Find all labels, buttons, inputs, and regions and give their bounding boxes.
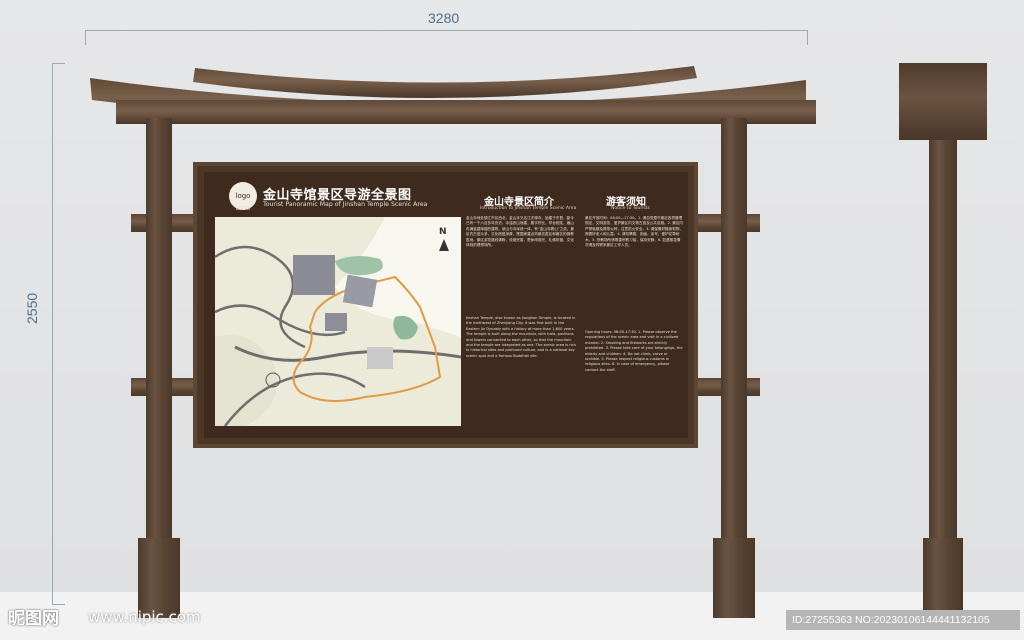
- right-post-base: [713, 538, 755, 618]
- side-view-box: [899, 63, 987, 140]
- scenic-map: N: [215, 217, 461, 426]
- watermark-site-url: www.nipic.com: [88, 608, 201, 626]
- right-post: [721, 118, 747, 540]
- notice-text-en: Opening hours: 08:00-17:30. 1. Please ob…: [585, 330, 683, 372]
- compass-icon: [439, 239, 449, 251]
- watermark-site-cn: 昵图网: [8, 609, 59, 629]
- map-building-1: [293, 255, 335, 295]
- map-building-2: [342, 274, 378, 308]
- map-facility-block: [367, 347, 393, 369]
- notice-title-en: Notice to Tourists: [611, 206, 650, 211]
- intro-title-en: Introduction to Jinshan Temple Scenic Ar…: [480, 206, 577, 211]
- left-post-base: [138, 538, 180, 618]
- intro-text-cn: 金山寺地处镇江市区西北，金山寺又名江天禅寺，始建于东晋，距今已有一千六百多年历史…: [466, 216, 574, 248]
- intro-text-en: Jinshan Temple, also known as Jiangtian …: [466, 316, 576, 358]
- notice-text-cn: 景区开放时间：08:00—17:30。1. 请自觉遵守景区各项管理规定，文明游览…: [585, 216, 683, 248]
- side-view-post: [929, 140, 957, 540]
- watermark-id-text: ID:27255363 NO:20230106144441132105: [792, 614, 990, 626]
- map-drawing: [215, 217, 461, 426]
- upper-curved-beam: [193, 66, 697, 99]
- main-crossbeam: [116, 100, 816, 124]
- compass-label: N: [439, 227, 447, 237]
- map-building-3: [325, 313, 347, 331]
- side-view-base: [923, 538, 963, 620]
- sign-title-en: Tourist Panoramic Map of Jinshan Temple …: [263, 201, 428, 208]
- logo-subtext: LOGO: [235, 206, 251, 212]
- left-post: [146, 118, 172, 540]
